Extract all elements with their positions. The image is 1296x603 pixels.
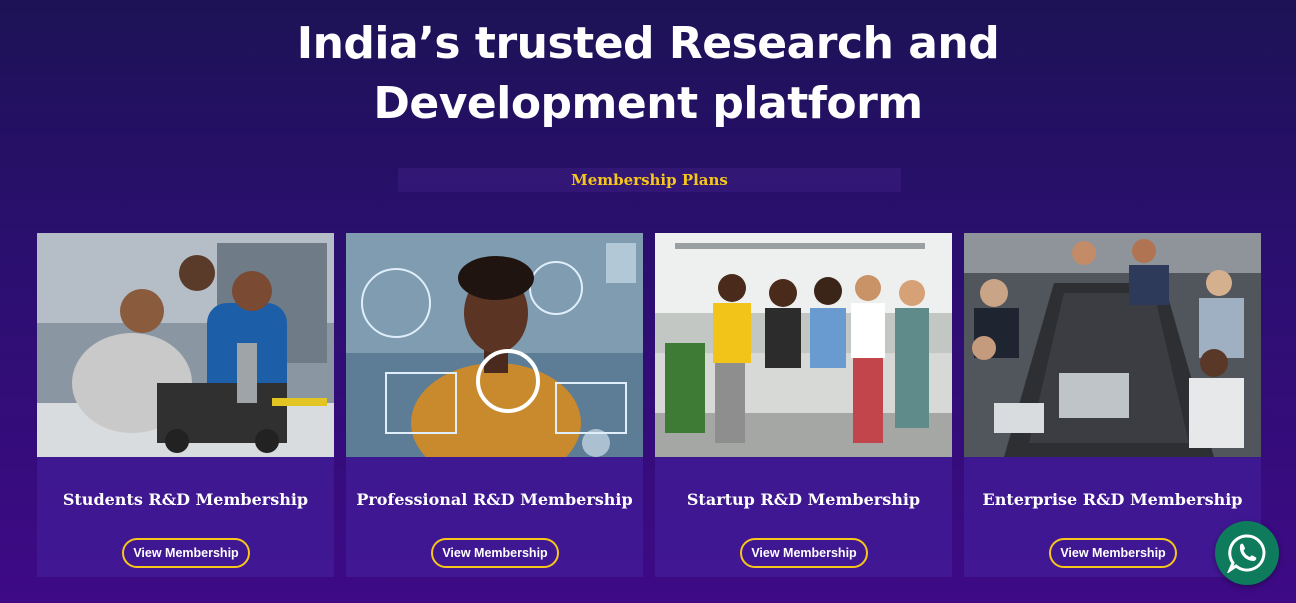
view-membership-button-professional[interactable]: View Membership	[431, 538, 559, 568]
hero-title-line-1: India’s trusted Research and	[296, 18, 1000, 69]
membership-plans-label: Membership Plans	[571, 171, 728, 189]
whatsapp-icon	[1227, 534, 1266, 573]
view-membership-button-enterprise[interactable]: View Membership	[1049, 538, 1177, 568]
woman-holographic-interface-photo	[346, 233, 643, 457]
hero-title-line-2: Development platform	[373, 78, 923, 129]
card-title-startup: Startup R&D Membership	[686, 490, 921, 509]
card-title-enterprise: Enterprise R&D Membership	[982, 490, 1243, 509]
view-membership-button-students[interactable]: View Membership	[122, 538, 250, 568]
view-membership-button-startup[interactable]: View Membership	[740, 538, 868, 568]
card-title-students: Students R&D Membership	[62, 490, 309, 509]
membership-card-startup: Startup R&D Membership View Membership	[655, 233, 952, 577]
students-lab-robotics-photo	[37, 233, 334, 457]
whatsapp-chat-button[interactable]	[1215, 521, 1279, 585]
card-title-professional: Professional R&D Membership	[356, 490, 633, 509]
membership-card-enterprise: Enterprise R&D Membership View Membershi…	[964, 233, 1261, 577]
boardroom-meeting-photo	[964, 233, 1261, 457]
membership-card-professional: Professional R&D Membership View Members…	[346, 233, 643, 577]
startup-team-office-photo	[655, 233, 952, 457]
membership-card-students: Students R&D Membership View Membership	[37, 233, 334, 577]
membership-plans-heading: Membership Plans	[398, 168, 901, 192]
hero-title: India’s trusted Research and Development…	[0, 14, 1296, 134]
